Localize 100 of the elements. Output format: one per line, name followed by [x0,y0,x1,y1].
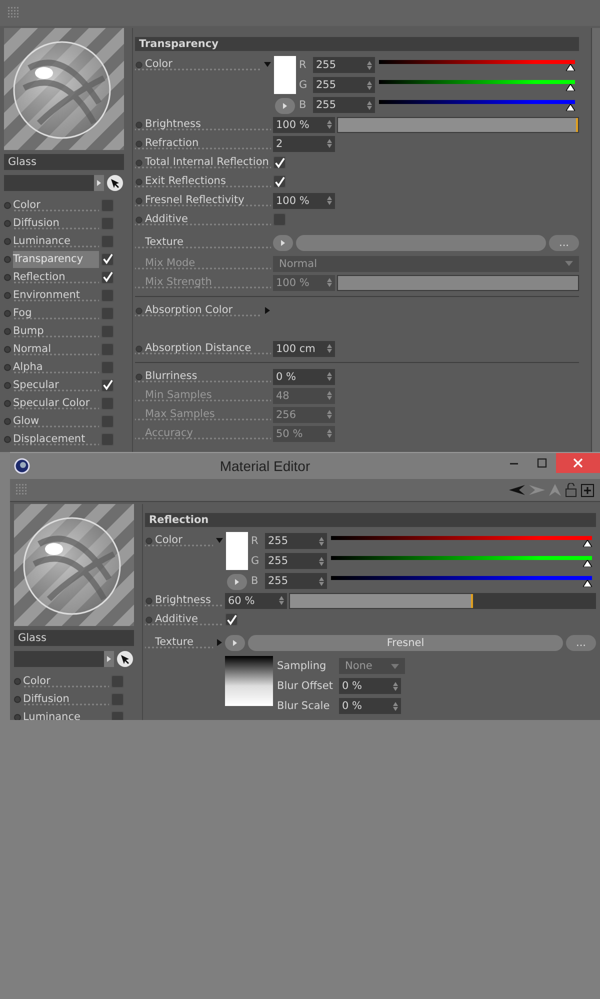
keyframe-dot-icon[interactable] [4,382,11,388]
number-field[interactable]: 0 % [273,368,335,384]
number-field[interactable]: 255 [265,573,327,589]
slider-thumb[interactable] [583,560,592,567]
spinner-arrows-icon[interactable] [327,410,332,419]
checkbox[interactable] [101,306,114,320]
layer-field[interactable] [14,651,114,667]
spinner-arrows-icon[interactable] [393,682,398,690]
keyframe-dot-icon[interactable] [14,696,21,702]
checkbox[interactable] [273,213,286,226]
spinner-arrows-icon[interactable] [319,536,324,546]
triangle-icon[interactable] [216,537,223,544]
keyframe-dot-icon[interactable] [4,310,11,316]
checkbox[interactable] [101,342,114,356]
spinner-arrows-icon[interactable] [367,100,372,110]
color-swatch[interactable] [274,56,296,94]
grip-icon[interactable] [16,484,28,496]
checkbox[interactable] [273,175,286,188]
slider-thumb[interactable] [566,84,575,91]
texture-button[interactable]: Fresnel [248,634,563,650]
checkbox[interactable] [101,414,114,428]
spinner-arrows-icon[interactable] [327,120,332,129]
expand-button[interactable] [225,634,245,650]
keyframe-dot-icon[interactable] [4,328,11,334]
number-field[interactable]: 255 [313,97,375,113]
checkbox[interactable] [101,198,114,212]
keyframe-dot-icon[interactable] [4,418,11,424]
new-window-icon[interactable] [581,484,594,496]
spinner-arrows-icon[interactable] [367,60,372,70]
slider-thumb[interactable] [583,580,592,587]
caret-icon[interactable] [565,261,573,266]
checkbox[interactable] [101,432,114,446]
keyframe-dot-icon[interactable] [14,678,21,684]
spinner-arrows-icon[interactable] [279,596,284,605]
keyframe-dot-icon[interactable] [4,202,11,208]
number-field[interactable]: 2 [273,136,335,152]
expand-button[interactable] [273,234,293,250]
keyframe-dot-icon[interactable] [4,436,11,442]
checkbox[interactable] [101,324,114,338]
number-field[interactable]: 255 [313,57,375,73]
checkbox[interactable] [101,396,114,410]
checkbox[interactable] [101,234,114,248]
checkbox[interactable] [111,692,124,706]
spinner-arrows-icon[interactable] [319,576,324,586]
spinner-arrows-icon[interactable] [327,391,332,400]
spinner-arrows-icon[interactable] [367,80,372,90]
keyframe-dot-icon[interactable] [4,400,11,406]
slider-thumb[interactable] [566,104,575,111]
more-button[interactable]: ... [549,234,579,250]
scrollbar[interactable] [591,28,600,452]
checkbox[interactable] [111,674,124,688]
keyframe-dot-icon[interactable] [14,714,21,720]
number-field[interactable]: 60 % [225,592,287,608]
forward-arrow-icon[interactable] [529,485,545,495]
checkbox[interactable] [225,613,238,626]
triangle-icon[interactable] [264,61,271,68]
checkbox[interactable] [101,252,114,266]
keyframe-dot-icon[interactable] [4,274,11,280]
number-field[interactable]: 255 [313,77,375,93]
keyframe-dot-icon[interactable] [4,364,11,370]
spinner-arrows-icon[interactable] [327,139,332,148]
grip-icon[interactable] [8,7,20,19]
spinner-arrows-icon[interactable] [393,702,398,710]
number-field[interactable]: 0 % [339,698,401,714]
number-field[interactable]: 0 % [339,678,401,694]
expand-button[interactable] [275,98,295,114]
lock-icon[interactable] [565,483,577,497]
checkbox[interactable] [101,216,114,230]
checkbox[interactable] [111,710,124,720]
slider-thumb[interactable] [583,540,592,547]
slider-track[interactable] [289,592,596,608]
up-arrow-icon[interactable] [549,484,561,496]
expand-button[interactable] [227,574,247,590]
color-swatch[interactable] [226,532,248,570]
spinner-arrows-icon[interactable] [327,344,332,353]
checkbox[interactable] [273,156,286,169]
more-button[interactable]: ... [566,634,596,650]
spinner-arrows-icon[interactable] [319,556,324,566]
number-field[interactable]: 255 [265,533,327,549]
number-field[interactable]: 100 % [273,116,335,132]
checkbox[interactable] [101,288,114,302]
number-field[interactable]: 255 [265,553,327,569]
slider-thumb[interactable] [566,64,575,71]
material-name-field[interactable]: Glass [14,630,134,646]
keyframe-dot-icon[interactable] [4,238,11,244]
material-name-field[interactable]: Glass [4,154,124,170]
keyframe-dot-icon[interactable] [4,292,11,298]
keyframe-dot-icon[interactable] [4,256,11,262]
layer-field[interactable] [4,175,104,191]
number-field[interactable]: 100 % [273,192,335,208]
triangle-icon[interactable] [216,639,223,646]
number-field[interactable]: 100 cm [273,340,335,356]
spinner-arrows-icon[interactable] [327,278,332,287]
keyframe-dot-icon[interactable] [4,220,11,226]
checkbox[interactable] [101,378,114,392]
triangle-icon[interactable] [264,307,271,314]
slider-fill[interactable] [290,594,473,608]
spinner-arrows-icon[interactable] [327,372,332,381]
checkbox[interactable] [101,360,114,374]
close-button[interactable] [556,453,600,473]
